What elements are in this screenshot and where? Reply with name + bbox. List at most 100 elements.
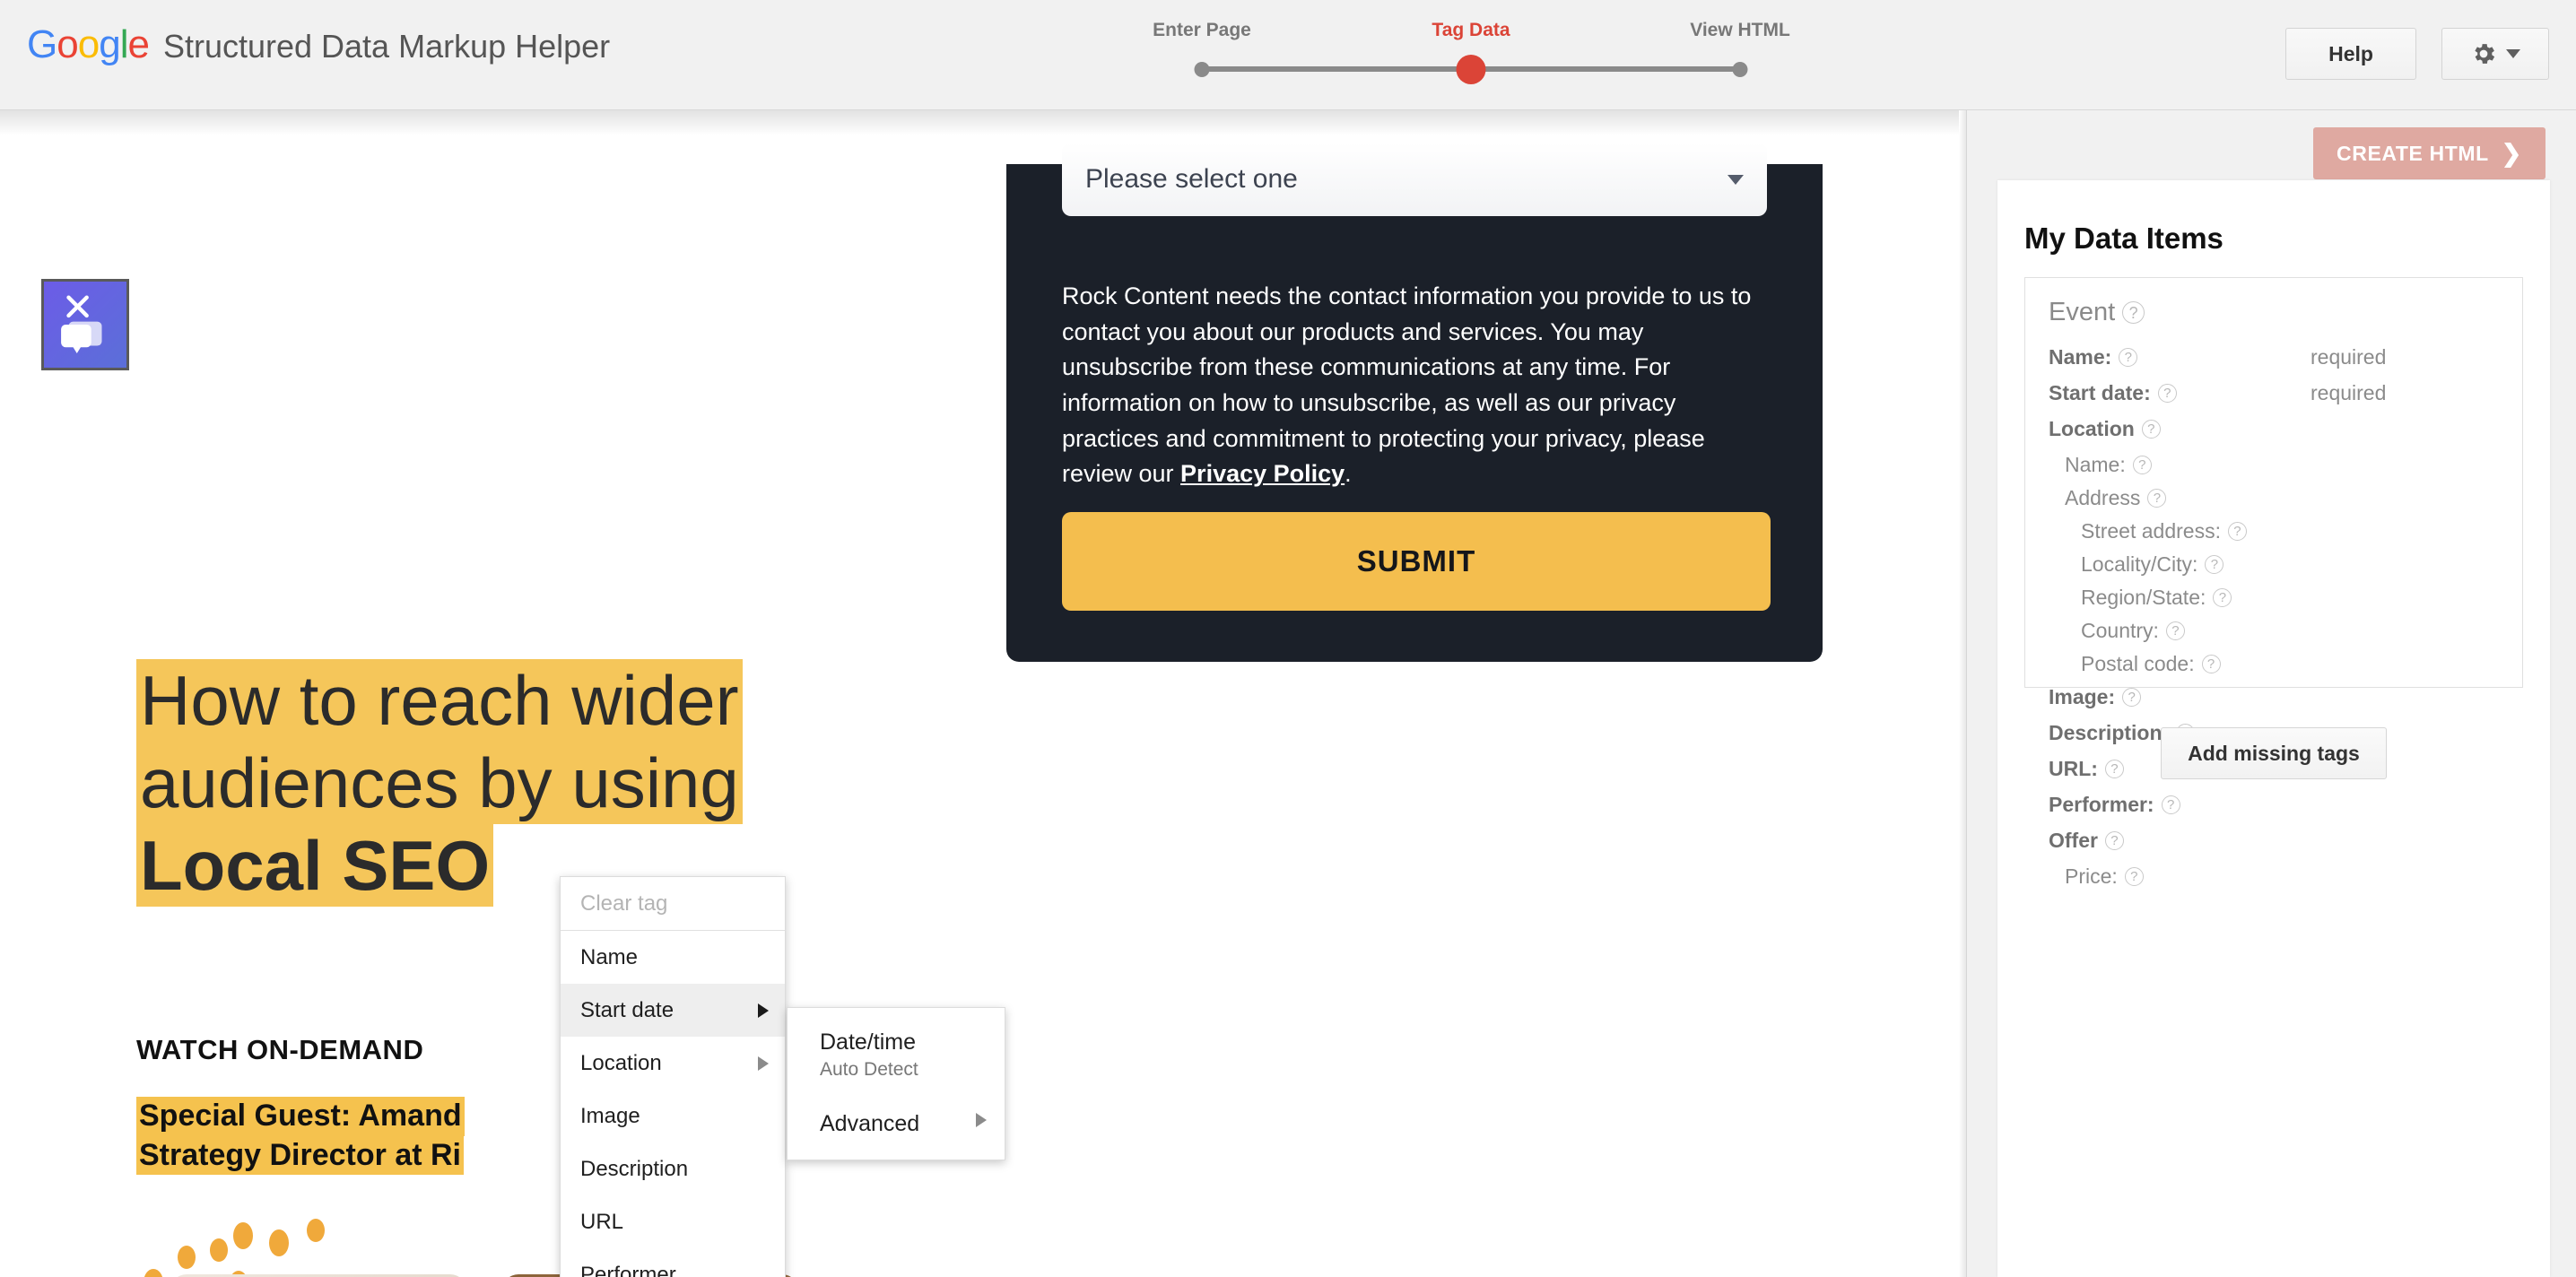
field-label: Description:: [2049, 721, 2170, 744]
field-label: Name:: [2065, 453, 2126, 476]
question-mark-icon[interactable]: ?: [2119, 348, 2138, 367]
field-row-price: Price: ?: [2049, 866, 2499, 887]
context-menu-item-name[interactable]: Name: [561, 931, 785, 984]
field-label: Image:: [2049, 685, 2116, 708]
page-title: My Data Items: [2024, 222, 2224, 255]
preview-top-shadow: [0, 110, 1966, 135]
field-row-address: Address ?: [2049, 488, 2499, 508]
progress-stepper: Enter Page Tag Data View HTML: [1094, 20, 1803, 84]
topic-select[interactable]: Please select one: [1062, 143, 1767, 216]
context-menu-label: URL: [580, 1209, 624, 1234]
chevron-down-icon: [2506, 49, 2520, 58]
header-buttons: Help: [2285, 28, 2549, 80]
context-menu-label: Name: [580, 944, 639, 969]
field-label: Performer:: [2049, 793, 2154, 816]
question-mark-icon[interactable]: ?: [2132, 456, 2152, 474]
app-title: Structured Data Markup Helper: [162, 28, 611, 65]
field-label: Name:: [2049, 345, 2112, 369]
field-label: Start date:: [2049, 381, 2151, 404]
watch-ondemand-label[interactable]: WATCH ON-DEMAND: [136, 1034, 423, 1066]
context-menu-item-image[interactable]: Image: [561, 1090, 785, 1142]
page-preview-pane[interactable]: How to reach wider audiences by using Lo…: [0, 110, 1966, 1277]
submenu-item-advanced-label: Advanced: [820, 1110, 920, 1136]
create-html-label: CREATE HTML: [2337, 141, 2489, 165]
chat-widget-button[interactable]: [41, 279, 129, 370]
start-date-submenu[interactable]: Date/time Auto Detect Advanced: [787, 1007, 1005, 1160]
chevron-down-icon: [1727, 174, 1744, 185]
stepper-track: [1194, 55, 1748, 84]
guest-line-2[interactable]: Strategy Director at Ri: [136, 1135, 464, 1176]
field-row-region-state: Region/State: ?: [2049, 587, 2499, 608]
headline-line-2[interactable]: audiences by using: [136, 742, 743, 825]
google-logo: Google: [27, 22, 150, 66]
chevron-right-icon: [758, 1003, 769, 1018]
chat-bubble-close-icon: [61, 295, 102, 353]
field-label: Offer: [2049, 829, 2098, 852]
question-mark-icon[interactable]: ?: [2147, 489, 2167, 508]
step-label-tag-data[interactable]: Tag Data: [1432, 20, 1510, 41]
headline-line-3[interactable]: Local SEO: [136, 824, 494, 908]
submenu-item-advanced[interactable]: Advanced: [788, 1090, 1005, 1151]
field-row-image: Image: ?: [2049, 687, 2499, 708]
field-value: required: [2311, 381, 2387, 404]
field-label: Postal code:: [2081, 652, 2195, 675]
field-label: Price:: [2065, 864, 2118, 888]
contact-form-panel: Please select one Rock Content needs the…: [1006, 143, 1823, 662]
consent-text-part2: .: [1345, 460, 1352, 488]
help-button[interactable]: Help: [2285, 28, 2416, 80]
context-menu-item-performer[interactable]: Performer: [561, 1248, 785, 1277]
consent-text-part1: Rock Content needs the contact informati…: [1062, 282, 1752, 488]
field-row-start-date: Start date: ? required: [2049, 383, 2499, 404]
question-mark-icon[interactable]: ?: [2201, 655, 2221, 673]
question-mark-icon[interactable]: ?: [2213, 588, 2232, 607]
field-label: URL:: [2049, 757, 2098, 780]
field-row-name: Name: ? required: [2049, 347, 2499, 368]
question-mark-icon[interactable]: ?: [2157, 384, 2177, 403]
question-mark-icon[interactable]: ?: [2122, 301, 2145, 324]
guest-line-1[interactable]: Special Guest: Amand: [136, 1097, 465, 1136]
chevron-right-icon: [976, 1113, 987, 1128]
question-mark-icon[interactable]: ?: [2104, 760, 2124, 778]
context-menu-label: Performer: [580, 1262, 676, 1277]
question-mark-icon[interactable]: ?: [2122, 688, 2142, 707]
privacy-policy-link[interactable]: Privacy Policy: [1180, 460, 1345, 487]
field-row-location: Location ?: [2049, 419, 2499, 439]
pane-divider: [1959, 110, 1966, 1277]
context-menu-item-description[interactable]: Description: [561, 1142, 785, 1195]
event-item-box: Event ? Name: ? required Start date: ? r…: [2024, 277, 2523, 887]
tag-context-menu[interactable]: Clear tag Name Start date Location Image…: [560, 876, 786, 1277]
question-mark-icon[interactable]: ?: [2205, 555, 2224, 574]
create-html-button[interactable]: CREATE HTML ❯: [2313, 127, 2546, 179]
settings-button[interactable]: [2441, 28, 2549, 80]
step-label-view-html[interactable]: View HTML: [1690, 20, 1790, 41]
submenu-item-datetime[interactable]: Date/time Auto Detect: [788, 1021, 1005, 1090]
brand: Google Structured Data Markup Helper: [27, 25, 610, 65]
question-mark-icon[interactable]: ?: [2104, 831, 2124, 850]
step-label-enter-page[interactable]: Enter Page: [1153, 20, 1251, 41]
chevron-right-icon: [758, 1055, 769, 1071]
context-menu-item-location[interactable]: Location: [561, 1037, 785, 1090]
field-row-country: Country: ?: [2049, 621, 2499, 641]
context-menu-item-url[interactable]: URL: [561, 1195, 785, 1248]
chevron-right-icon: ❯: [2501, 139, 2522, 167]
headline-line-1[interactable]: How to reach wider: [136, 659, 743, 743]
step-dot-tag-data[interactable]: [1456, 55, 1486, 84]
page-headline[interactable]: How to reach wider audiences by using Lo…: [136, 659, 926, 908]
context-menu-item-start-date[interactable]: Start date: [561, 984, 785, 1037]
add-missing-tags-button[interactable]: Add missing tags: [2161, 727, 2387, 779]
app-header: Google Structured Data Markup Helper Ent…: [0, 0, 2576, 110]
field-row-street-address: Street address: ?: [2049, 521, 2499, 542]
question-mark-icon[interactable]: ?: [2141, 420, 2161, 439]
question-mark-icon[interactable]: ?: [2165, 621, 2185, 640]
context-menu-label: Description: [580, 1156, 689, 1181]
question-mark-icon[interactable]: ?: [2227, 522, 2247, 541]
question-mark-icon[interactable]: ?: [2161, 795, 2180, 814]
special-guest-block[interactable]: Special Guest: Amand Strategy Director a…: [136, 1097, 465, 1176]
field-label: Region/State:: [2081, 586, 2206, 609]
question-mark-icon[interactable]: ?: [2124, 867, 2144, 886]
context-menu-label: Image: [580, 1103, 640, 1128]
submit-button[interactable]: SUBMIT: [1062, 512, 1771, 611]
step-dot-enter-page[interactable]: [1194, 62, 1210, 77]
field-row-postal-code: Postal code: ?: [2049, 654, 2499, 674]
step-dot-view-html[interactable]: [1732, 62, 1748, 77]
